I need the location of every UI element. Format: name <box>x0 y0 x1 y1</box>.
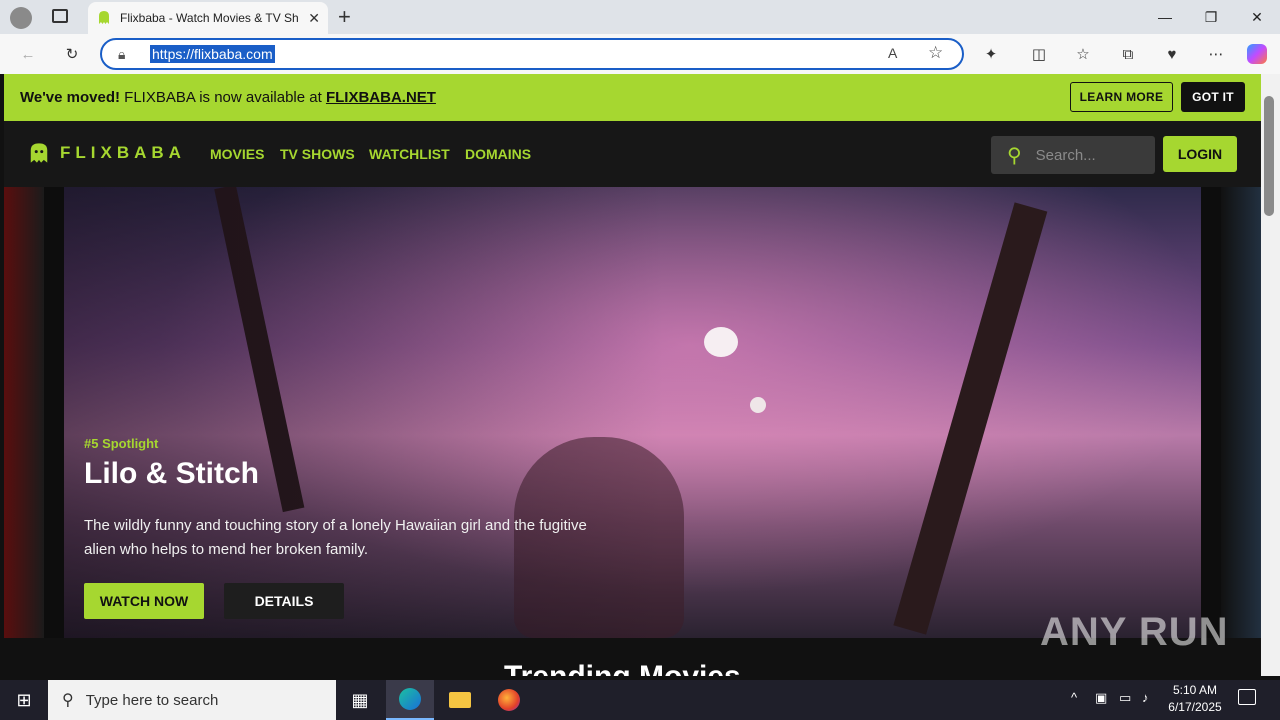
spotlight-rank: #5 Spotlight <box>84 436 159 451</box>
tray-device-icon[interactable]: ▣ <box>1095 690 1107 706</box>
browser-essentials-icon[interactable]: ♥ <box>1160 42 1184 66</box>
task-view-icon[interactable]: ▦ <box>336 680 384 720</box>
hero-frame-left <box>44 187 64 638</box>
volume-icon[interactable]: ♪ <box>1142 690 1149 705</box>
more-icon[interactable]: ⋯ <box>1204 42 1228 66</box>
scrollbar-thumb[interactable] <box>1264 96 1274 216</box>
tab-actions-icon[interactable] <box>52 9 68 23</box>
flower-small-icon <box>750 397 766 413</box>
minimize-icon[interactable]: — <box>1142 0 1188 34</box>
hero-title: Lilo & Stitch <box>84 457 259 490</box>
profile-icon[interactable] <box>10 7 32 29</box>
learn-more-button[interactable]: LEARN MORE <box>1070 82 1173 112</box>
details-button[interactable]: DETAILS <box>224 583 344 619</box>
taskbar-search-icon: ⚲ <box>62 692 74 709</box>
site-logo-text: FLIXBABA <box>60 143 186 162</box>
notification-icon[interactable] <box>1238 689 1256 705</box>
hero-spotlight: #5 Spotlight Lilo & Stitch The wildly fu… <box>64 187 1201 638</box>
split-screen-icon[interactable]: ◫ <box>1027 42 1051 66</box>
refresh-icon[interactable]: ↻ <box>60 42 84 66</box>
flixbaba-favicon-icon <box>99 11 109 24</box>
section-title: Trending Movies <box>504 660 741 676</box>
notice-lead: We've moved! <box>20 89 120 106</box>
got-it-button[interactable]: GOT IT <box>1181 82 1245 112</box>
close-tab-icon[interactable]: ✕ <box>308 10 320 27</box>
favorites-icon[interactable]: ☆ <box>1071 42 1095 66</box>
read-aloud-icon[interactable]: A <box>888 45 897 61</box>
taskbar-search-placeholder: Type here to search <box>85 691 219 709</box>
url-text[interactable]: https://flixbaba.com <box>150 45 275 63</box>
flower-icon <box>704 327 738 357</box>
collections-icon[interactable]: ⧉ <box>1116 42 1140 66</box>
nav-domains[interactable]: DOMAINS <box>465 146 531 162</box>
palm-tree-right <box>893 202 1048 635</box>
hero-description: The wildly funny and touching story of a… <box>84 517 587 558</box>
tab-title: Flixbaba - Watch Movies & TV Sh <box>120 11 299 25</box>
notice-text: FLIXBABA is now available at <box>120 89 326 106</box>
firefox-icon[interactable] <box>485 680 533 720</box>
nav-tv-shows[interactable]: TV SHOWS <box>280 146 355 162</box>
new-domain-link[interactable]: FLIXBABA.NET <box>326 89 436 106</box>
lock-icon[interactable]: 🔒︎ <box>118 46 125 63</box>
taskbar-search-input[interactable]: ⚲ Type here to search <box>48 680 336 720</box>
extensions-icon[interactable]: ✦ <box>979 42 1003 66</box>
site-header: FLIXBABA MOVIES TV SHOWS WATCHLIST DOMAI… <box>4 121 1261 187</box>
nav-movies[interactable]: MOVIES <box>210 146 264 162</box>
ghost-logo-icon <box>30 143 48 163</box>
back-icon[interactable]: ← <box>16 42 40 66</box>
network-icon[interactable]: ▭ <box>1119 690 1131 706</box>
web-page: We've moved! FLIXBABA is now available a… <box>4 74 1261 676</box>
site-logo[interactable]: FLIXBABA <box>28 141 186 165</box>
hero-text-overlay <box>64 187 664 638</box>
tray-chevron-icon[interactable]: ^ <box>1071 690 1077 705</box>
nav-watchlist[interactable]: WATCHLIST <box>369 146 450 162</box>
site-search-input[interactable]: ⚲ Search... <box>991 136 1155 174</box>
search-icon: ⚲ <box>1007 144 1022 167</box>
prev-slide-preview[interactable] <box>4 187 44 638</box>
address-bar[interactable]: 🔒︎ https://flixbaba.com A ☆ <box>100 38 964 70</box>
taskbar-clock[interactable]: 5:10 AM 6/17/2025 <box>1160 682 1230 716</box>
windows-start-icon[interactable]: ⊞ <box>0 680 48 720</box>
next-slide-preview[interactable] <box>1221 187 1261 638</box>
copilot-icon[interactable] <box>1247 44 1267 64</box>
anyrun-watermark: ANY RUN <box>1040 610 1229 654</box>
new-tab-icon[interactable]: + <box>338 4 351 30</box>
clock-date: 6/17/2025 <box>1168 700 1222 714</box>
file-explorer-icon[interactable] <box>436 680 484 720</box>
favorite-star-icon[interactable]: ☆ <box>928 43 943 63</box>
edge-browser-icon[interactable] <box>386 680 434 720</box>
login-button[interactable]: LOGIN <box>1163 136 1237 172</box>
search-placeholder: Search... <box>1035 146 1096 164</box>
watch-now-button[interactable]: WATCH NOW <box>84 583 204 619</box>
clock-time: 5:10 AM <box>1172 683 1218 697</box>
close-window-icon[interactable]: ✕ <box>1234 0 1280 34</box>
browser-tab[interactable]: Flixbaba - Watch Movies & TV Sh ✕ <box>88 2 328 34</box>
restore-icon[interactable]: ❐ <box>1188 0 1234 34</box>
hero-frame-right <box>1201 187 1221 638</box>
